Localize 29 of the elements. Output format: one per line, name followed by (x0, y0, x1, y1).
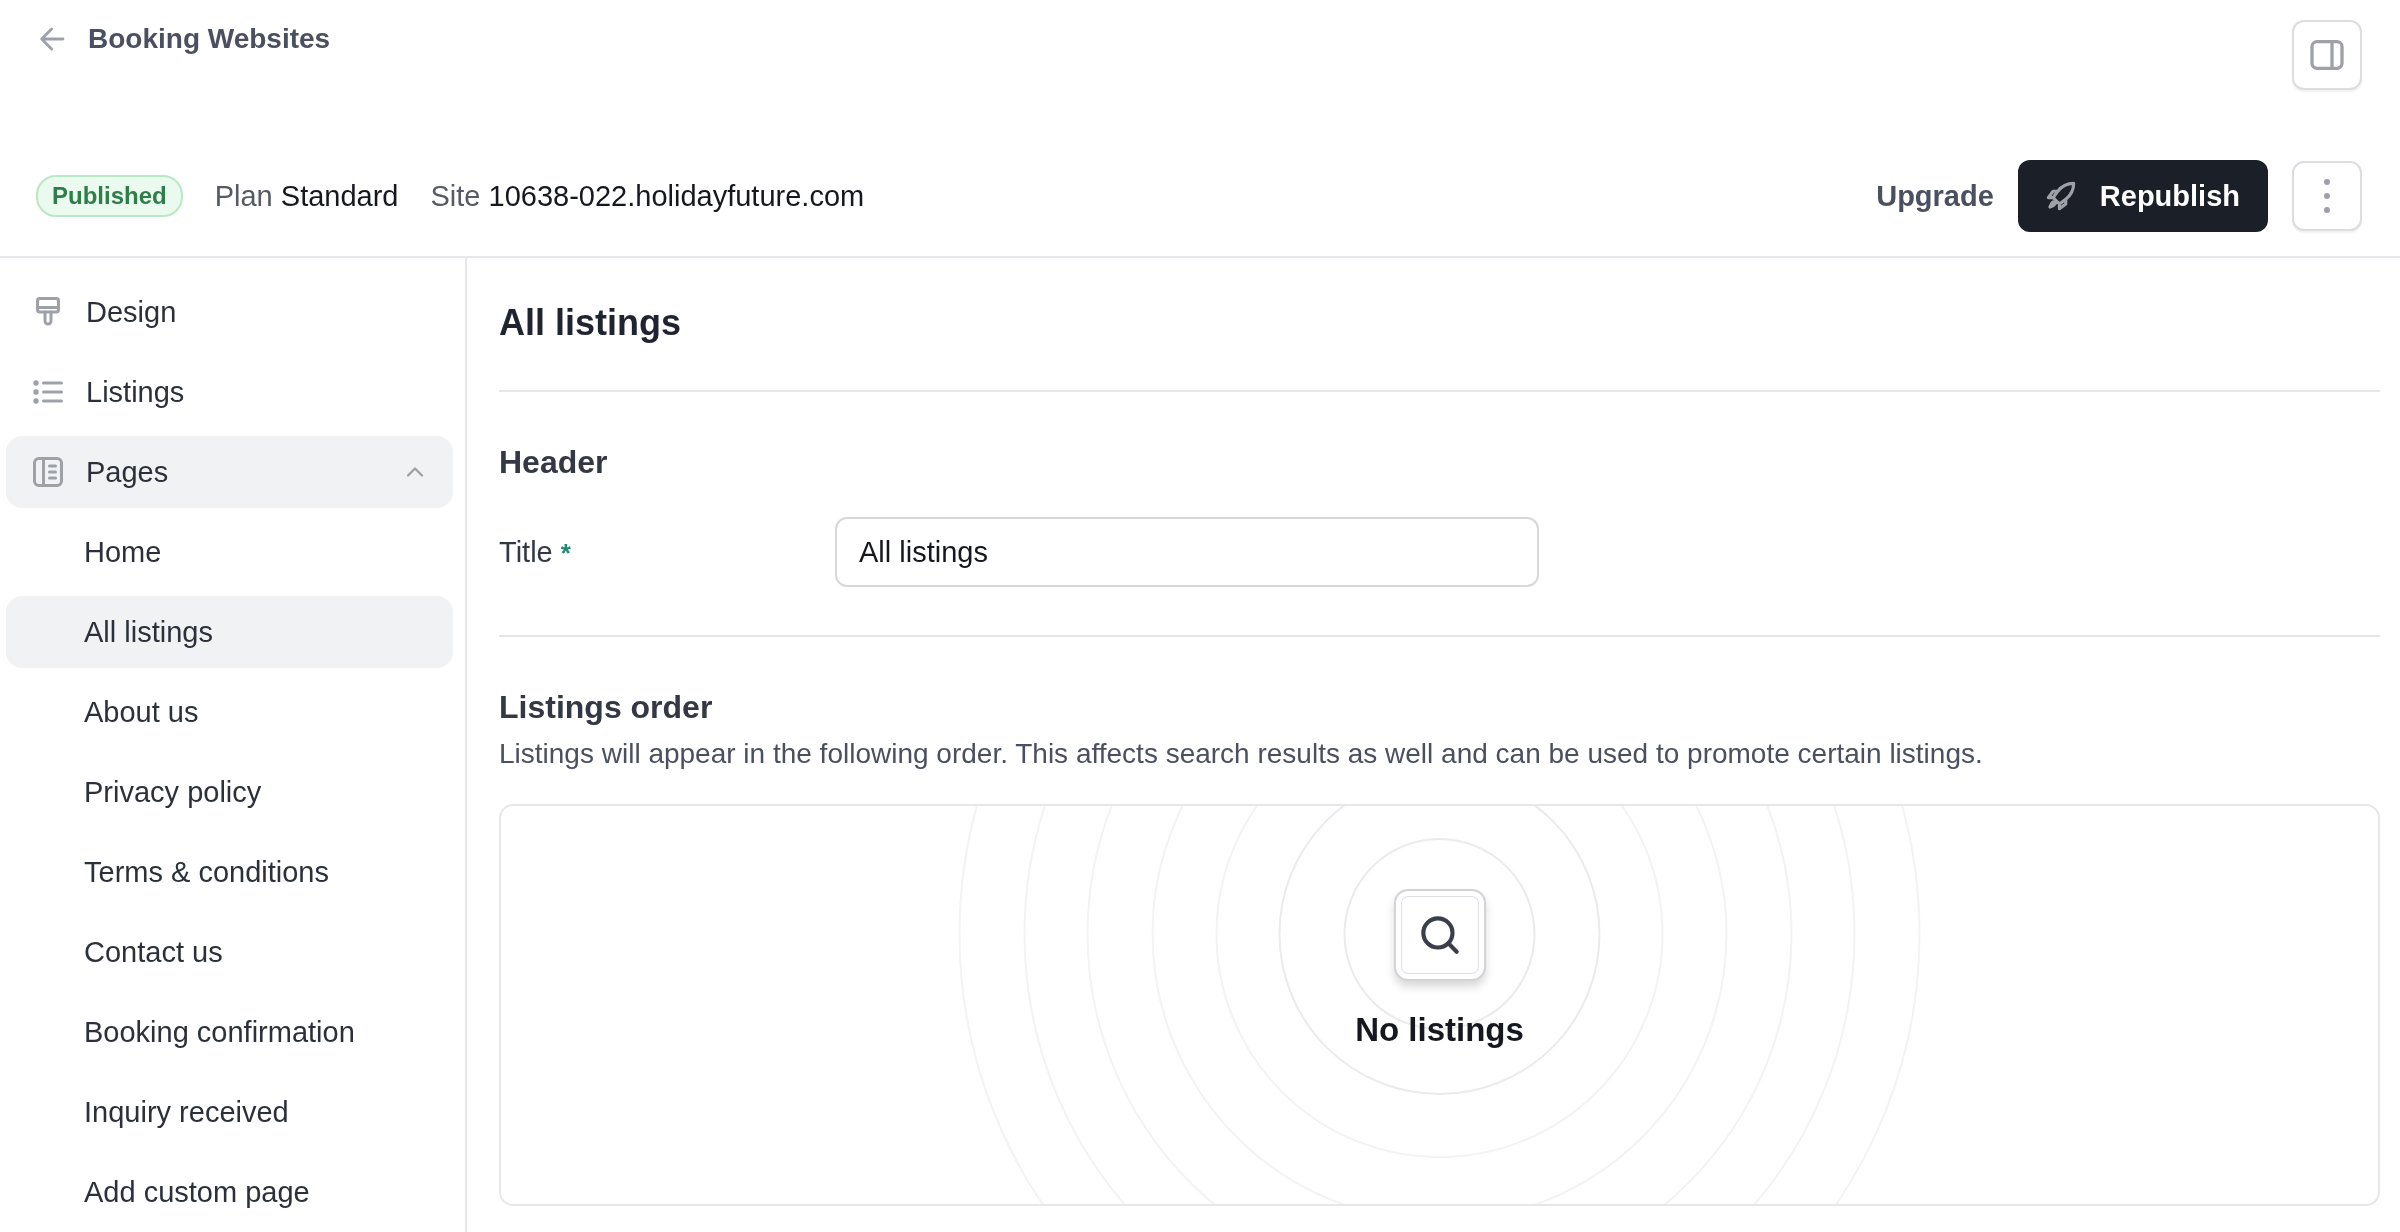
sidebar-item[interactable]: Booking confirmation (6, 996, 453, 1068)
sidebar-item[interactable]: Add custom page (6, 1156, 453, 1228)
plan-text: Plan Standard (214, 179, 399, 213)
status-badge: Published (36, 175, 183, 217)
sidebar-item[interactable]: Contact us (6, 916, 453, 988)
section-description: Listings will appear in the following order. This affects search results as well and can be used to promote certain listings. (499, 738, 1984, 770)
site-text: Site 10638-022.holidayfuture.com (430, 179, 865, 213)
sidebar-item[interactable]: Design (6, 276, 453, 348)
sidebar-item[interactable]: Terms & conditions (6, 836, 453, 908)
more-button[interactable] (2292, 161, 2362, 231)
sidebar-item[interactable]: Listings (6, 356, 453, 428)
sidebar-item[interactable]: About us (6, 676, 453, 748)
title-input[interactable]: All listings (835, 517, 1539, 587)
upgrade-link[interactable]: Upgrade (1876, 179, 1994, 213)
sidebar-item[interactable]: Home (6, 516, 453, 588)
republish-button[interactable]: Republish (2017, 160, 2268, 232)
sidebar-item[interactable]: Inquiry received (6, 1076, 453, 1148)
section-heading: Header (499, 444, 609, 481)
panel-toggle-button[interactable] (2292, 20, 2362, 90)
sidebar-item[interactable]: Pages (6, 436, 453, 508)
empty-message: No listings (1355, 1011, 1524, 1049)
page-heading: All listings (499, 258, 2380, 392)
sidebar-item[interactable]: All listings (6, 596, 453, 668)
section-heading: Listings order (499, 689, 714, 726)
kebab-icon (2324, 179, 2330, 213)
field-label: Title * (499, 535, 572, 569)
page-title: Booking Websites (88, 23, 331, 55)
page-layout-icon (30, 454, 66, 490)
sidebar-item[interactable]: Privacy policy (6, 756, 453, 828)
